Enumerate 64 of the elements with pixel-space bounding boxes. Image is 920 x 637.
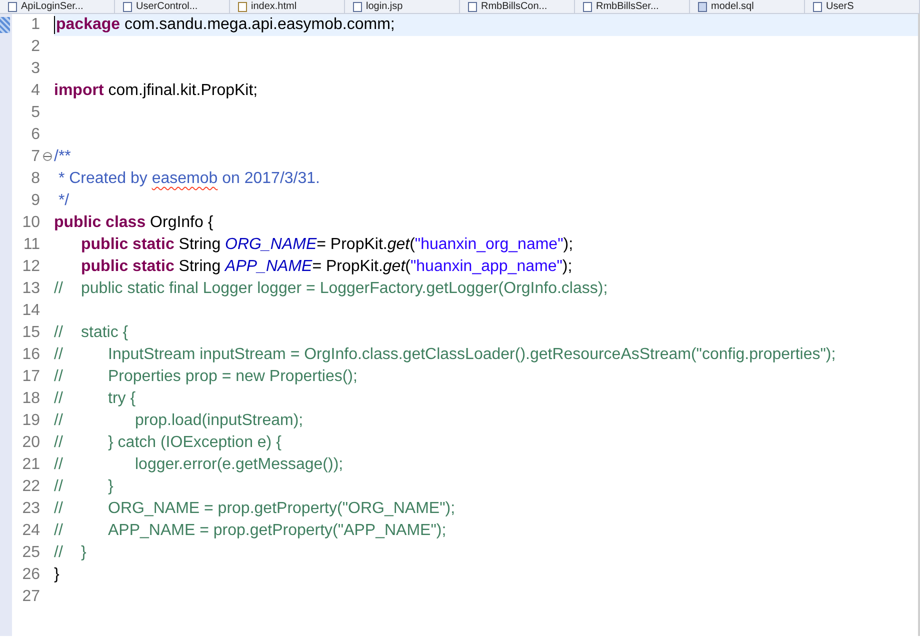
code-line: // APP_NAME = prop.getProperty("APP_NAME"); bbox=[54, 521, 448, 541]
code-line: // prop.load(inputStream); bbox=[54, 411, 304, 431]
line-number: 25 bbox=[21, 543, 41, 563]
editor-tab[interactable]: UserS bbox=[805, 0, 920, 13]
java-file-icon bbox=[468, 2, 477, 12]
line-number: 18 bbox=[21, 389, 41, 409]
editor-tab[interactable]: model.sql bbox=[690, 0, 805, 13]
editor-tab[interactable]: index.html bbox=[230, 0, 345, 13]
code-line: // ORG_NAME = prop.getProperty("ORG_NAME"); bbox=[54, 499, 456, 519]
editor-tab[interactable]: RmbBillsSer... bbox=[575, 0, 690, 13]
line-number: 9 bbox=[30, 191, 41, 211]
line-number: 21 bbox=[21, 455, 41, 475]
java-file-icon bbox=[583, 2, 592, 12]
editor-tab[interactable]: RmbBillsCon... bbox=[460, 0, 575, 13]
editor-tab[interactable]: UserControl... bbox=[115, 0, 230, 13]
code-line: // public static final Logger logger = LoggerFactory.getLogger(OrgInfo.class); bbox=[54, 279, 609, 299]
code-line: } bbox=[54, 565, 60, 585]
line-number: 19 bbox=[21, 411, 41, 431]
line-number: 17 bbox=[21, 367, 41, 387]
line-number: 8 bbox=[30, 169, 41, 189]
line-number: 22 bbox=[21, 477, 41, 497]
line-number: 11 bbox=[22, 235, 41, 255]
line-number: 6 bbox=[30, 125, 41, 145]
java-file-icon bbox=[813, 2, 822, 12]
java-file-icon bbox=[353, 2, 362, 12]
line-number: 4 bbox=[30, 81, 41, 101]
code-line: public static String ORG_NAME= PropKit.get("huanxin_org_name"); bbox=[80, 235, 574, 255]
line-number: 14 bbox=[21, 301, 41, 321]
line-number: 24 bbox=[21, 521, 41, 541]
line-number: 12 bbox=[21, 257, 41, 277]
editor-tab[interactable]: login.jsp bbox=[345, 0, 460, 13]
html-file-icon bbox=[238, 2, 247, 12]
line-number: 3 bbox=[30, 59, 41, 79]
line-number: 7 bbox=[12, 146, 54, 168]
line-number: 26 bbox=[21, 565, 41, 585]
java-file-icon bbox=[123, 2, 132, 12]
code-line: import com.jfinal.kit.PropKit; bbox=[54, 81, 259, 101]
line-number: 23 bbox=[21, 499, 41, 519]
code-line: // InputStream inputStream = OrgInfo.class.getClassLoader().getResourceAsStream("config.properties"); bbox=[54, 345, 837, 365]
sql-file-icon bbox=[698, 2, 707, 12]
line-number: 13 bbox=[21, 279, 41, 299]
line-number: 20 bbox=[21, 433, 41, 453]
line-number: 2 bbox=[30, 37, 41, 57]
line-number: 27 bbox=[21, 587, 41, 607]
code-line: /** bbox=[54, 147, 72, 167]
line-number: 1 bbox=[30, 15, 41, 35]
java-file-icon bbox=[8, 2, 17, 12]
code-line: // try { bbox=[54, 389, 137, 409]
code-line: // static { bbox=[54, 323, 130, 343]
code-line: // logger.error(e.getMessage()); bbox=[54, 455, 344, 475]
collapse-icon[interactable] bbox=[43, 152, 52, 161]
code-line: public class OrgInfo { bbox=[54, 213, 214, 233]
code-line: */ bbox=[57, 191, 70, 211]
code-line: // } bbox=[54, 477, 114, 497]
line-number: 15 bbox=[21, 323, 41, 343]
line-number: 16 bbox=[21, 345, 41, 365]
line-number: 5 bbox=[30, 103, 41, 123]
code-line: // } bbox=[54, 543, 88, 563]
code-line: * Created by easemob on 2017/3/31. bbox=[57, 169, 321, 189]
line-number: 10 bbox=[21, 213, 41, 233]
code-line: // } catch (IOException e) { bbox=[54, 433, 282, 453]
code-line: // Properties prop = new Properties(); bbox=[54, 367, 358, 387]
code-line: public static String APP_NAME= PropKit.get("huanxin_app_name"); bbox=[80, 257, 574, 277]
editor-tab[interactable]: ApiLoginSer... bbox=[0, 0, 115, 13]
